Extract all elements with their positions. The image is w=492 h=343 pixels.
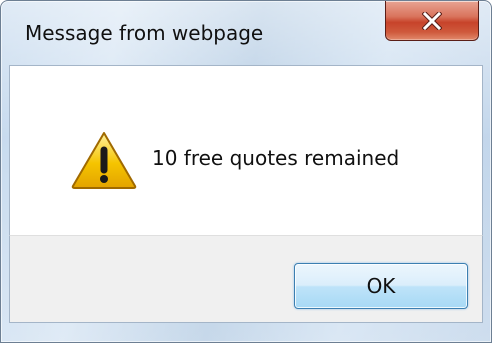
close-button[interactable] xyxy=(385,1,479,41)
dialog-window: Message from webpage 10 free quotes rema… xyxy=(0,0,492,343)
dialog-footer: OK xyxy=(9,235,483,323)
warning-icon xyxy=(71,132,137,189)
close-icon xyxy=(422,11,442,30)
title-bar[interactable]: Message from webpage xyxy=(1,1,491,65)
dialog-title: Message from webpage xyxy=(25,21,264,45)
message-text: 10 free quotes remained xyxy=(152,146,400,170)
ok-button[interactable]: OK xyxy=(294,263,468,309)
dialog-content: 10 free quotes remained xyxy=(9,65,483,235)
